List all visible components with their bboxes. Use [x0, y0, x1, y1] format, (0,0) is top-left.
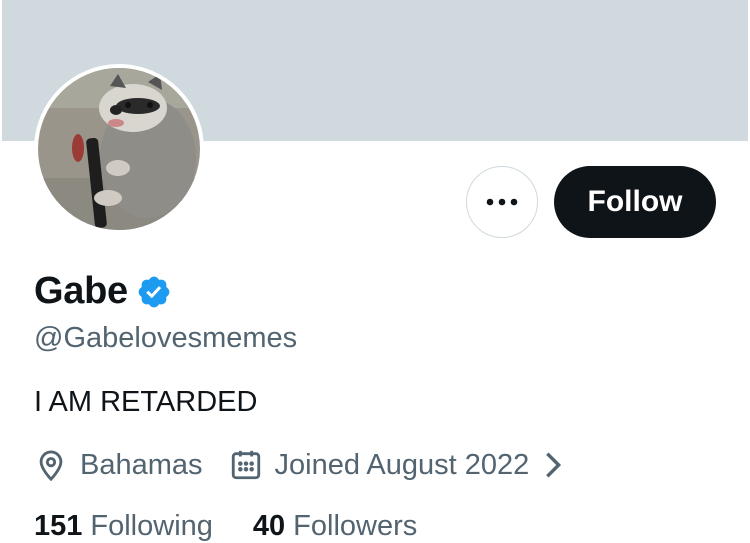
- calendar-icon: [231, 450, 260, 480]
- following-stat[interactable]: 151 Following: [34, 510, 213, 543]
- chevron-right-icon: [546, 452, 562, 478]
- profile-name: Gabe: [34, 270, 128, 312]
- verified-badge-icon[interactable]: [136, 274, 172, 310]
- following-label: Following: [90, 510, 213, 542]
- more-horizontal-icon: [486, 198, 518, 206]
- follow-button[interactable]: Follow: [554, 166, 716, 238]
- profile-name-row: Gabe: [34, 270, 172, 313]
- more-options-button[interactable]: [466, 166, 538, 238]
- following-count: 151: [34, 510, 83, 542]
- profile-stats-row: 151 Following 40 Followers: [34, 510, 457, 543]
- profile-bio: I AM RETARDED: [34, 386, 258, 418]
- location-pin-icon: [39, 450, 63, 482]
- location-text: Bahamas: [80, 448, 203, 481]
- profile-meta-row: Bahamas Joined August 2022: [34, 448, 567, 482]
- profile-joined[interactable]: Joined August 2022: [229, 448, 568, 482]
- followers-count: 40: [252, 510, 286, 542]
- profile-handle: @Gabelovesmemes: [34, 322, 298, 354]
- profile-location: Bahamas: [34, 448, 203, 482]
- followers-label: Followers: [293, 510, 418, 542]
- avatar-image: [38, 68, 200, 230]
- profile-avatar[interactable]: [34, 64, 204, 234]
- followers-stat[interactable]: 40 Followers: [253, 510, 417, 543]
- joined-text: Joined August 2022: [274, 448, 530, 481]
